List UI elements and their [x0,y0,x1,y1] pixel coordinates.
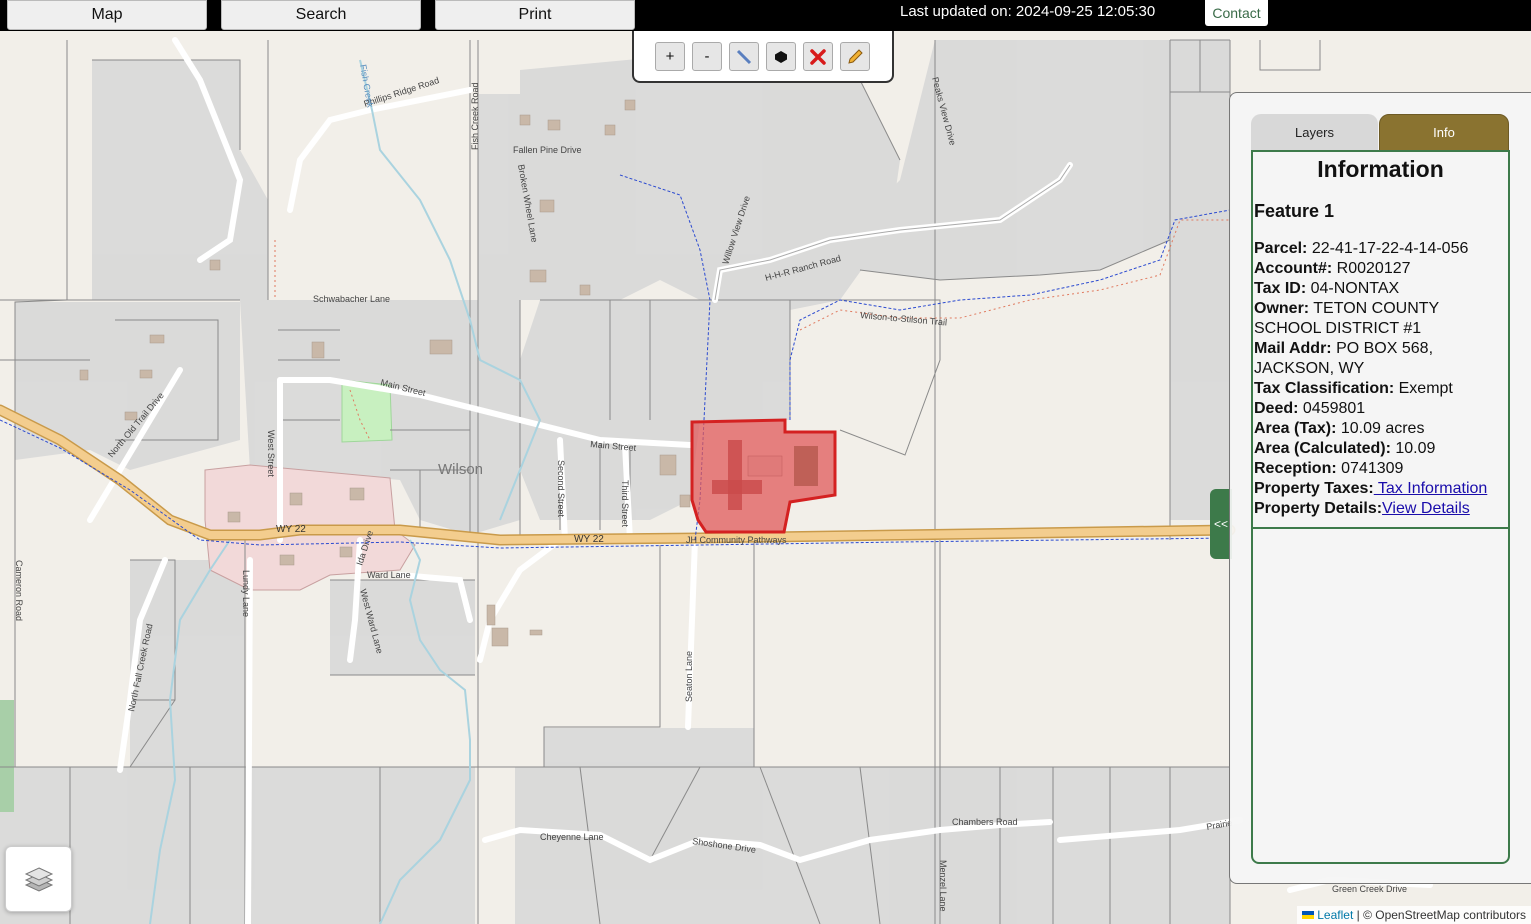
close-icon [810,48,826,65]
detail-mail-addr: Mail Addr: PO BOX 568, JACKSON, WY [1254,340,1434,377]
map-nav-button[interactable]: Map [7,0,207,30]
detail-reception: Reception: 0741309 [1254,460,1404,477]
edit-button[interactable] [840,42,870,71]
street-label-jh-pathways: JH Community Pathways [686,535,787,545]
feature-title: Feature 1 [1254,201,1335,221]
street-label-fallen-pine: Fallen Pine Drive [513,145,582,155]
side-panel: Layers Info Information Feature 1 Parcel… [1229,92,1531,884]
detail-tax-classification: Tax Classification: Exempt [1254,380,1453,397]
flag-icon [1302,911,1315,919]
detail-deed: Deed: 0459801 [1254,400,1366,417]
street-label-fish-creek-rd: Fish Creek Road [470,82,480,150]
zoom-out-button[interactable]: - [692,42,722,71]
ruler-icon [736,49,752,64]
last-updated-text: Last updated on: 2024-09-25 12:05:30 [900,3,1156,20]
feature-details: Parcel: 22-41-17-22-4-14-056 Account#: R… [1254,239,1508,519]
detail-tax-id: Tax ID: 04-NONTAX [1254,280,1400,297]
osm-attribution: | © OpenStreetMap contributors [1356,908,1526,922]
tax-information-link[interactable]: Tax Information [1374,480,1487,497]
measure-line-button[interactable] [729,42,759,71]
info-title: Information [1317,156,1444,182]
street-label-third-street: Third Street [620,480,630,528]
pencil-icon [848,48,863,64]
print-nav-button[interactable]: Print [435,0,635,30]
street-label-chambers: Chambers Road [952,817,1018,827]
layer-control-button[interactable] [5,846,72,912]
street-label-second-street: Second Street [556,460,566,518]
street-label-west-street: West Street [266,430,276,477]
street-label-seaton: Seaton Lane [684,651,694,702]
street-label-schwabacher: Schwabacher Lane [313,294,390,304]
info-box: Information Feature 1 Parcel: 22-41-17-2… [1251,150,1510,864]
street-label-cheyenne: Cheyenne Lane [540,832,604,842]
delete-button[interactable] [803,42,833,71]
detail-parcel: Parcel: 22-41-17-22-4-14-056 [1254,240,1469,257]
street-label-ward-lane: Ward Lane [367,570,411,580]
detail-account: Account#: R0020127 [1254,260,1411,277]
detail-area-tax: Area (Tax): 10.09 acres [1254,420,1425,437]
street-label-green-creek: Green Creek Drive [1332,884,1407,894]
town-label: Wilson [438,461,483,478]
layers-icon [24,867,53,892]
street-label-cameron: Cameron Road [14,560,24,621]
street-label-lundy: Lundy Lane [241,570,251,617]
contact-button[interactable]: Contact [1205,0,1268,26]
detail-area-calculated: Area (Calculated): 10.09 [1254,440,1436,457]
zoom-in-button[interactable]: + [655,42,685,71]
detail-owner: Owner: TETON COUNTY SCHOOL DISTRICT #1 [1254,300,1439,337]
highway-label-2: WY 22 [574,534,604,545]
draw-toolbar: + - [632,31,894,83]
leaflet-link[interactable]: Leaflet [1317,908,1353,922]
search-nav-button[interactable]: Search [221,0,421,30]
polygon-icon [775,50,787,63]
highway-label: WY 22 [276,524,306,535]
detail-property-taxes: Property Taxes: Tax Information [1254,480,1488,497]
info-divider [1253,527,1508,529]
detail-property-details: Property Details:View Details [1254,500,1470,517]
street-label-menzel: Menzel Lane [938,860,948,912]
top-bar: Map Search Print Last updated on: 2024-0… [0,0,1531,31]
view-details-link[interactable]: View Details [1382,500,1470,517]
tab-layers[interactable]: Layers [1251,114,1378,151]
polygon-button[interactable] [766,42,796,71]
tab-info[interactable]: Info [1379,114,1509,151]
map-attribution: Leaflet | © OpenStreetMap contributors [1297,906,1531,924]
